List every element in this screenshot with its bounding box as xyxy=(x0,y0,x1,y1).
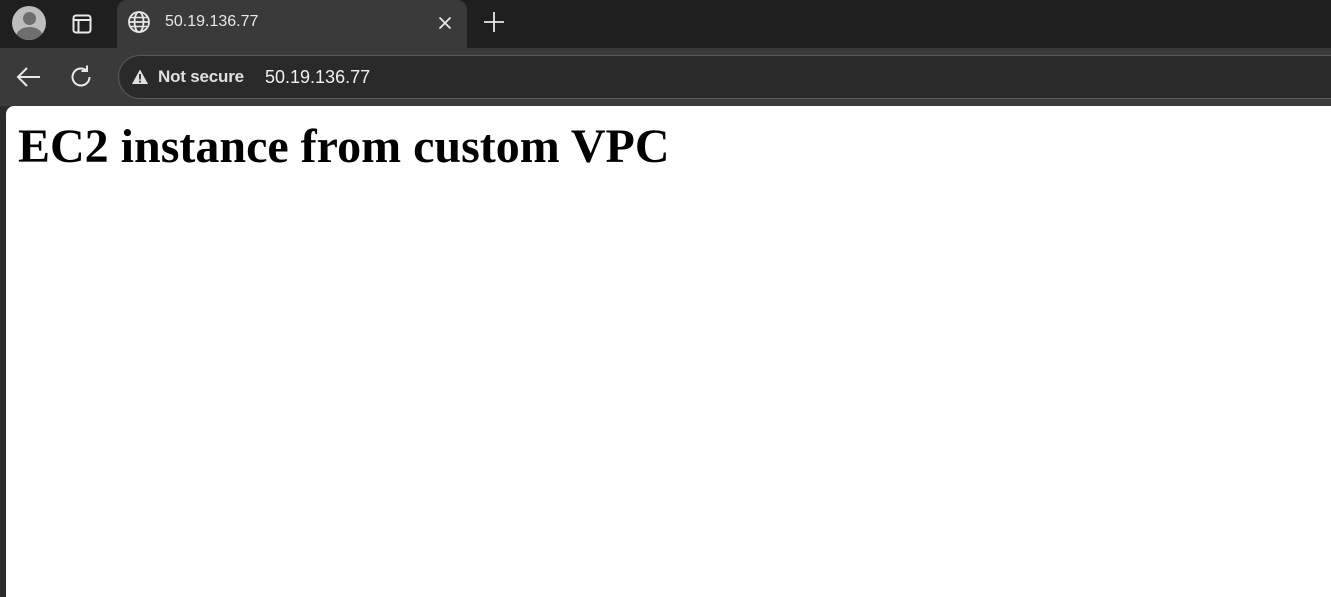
warning-icon[interactable] xyxy=(131,68,149,86)
plus-icon[interactable] xyxy=(480,8,508,36)
address-bar[interactable]: Not secure 50.19.136.77 xyxy=(118,55,1331,99)
profile-avatar-icon[interactable] xyxy=(12,6,46,40)
close-icon[interactable] xyxy=(434,12,456,34)
page-heading: EC2 instance from custom VPC xyxy=(18,120,670,173)
url-text[interactable]: 50.19.136.77 xyxy=(265,67,370,87)
avatar-body xyxy=(16,27,43,40)
browser-window: 50.19.136.77 Not secure 50.19.136.77 EC2… xyxy=(0,0,1331,597)
security-status[interactable]: Not secure xyxy=(158,67,244,87)
tab-actions-icon[interactable] xyxy=(68,10,96,38)
reload-icon[interactable] xyxy=(66,62,96,92)
page-viewport: EC2 instance from custom VPC xyxy=(6,106,1331,597)
globe-icon xyxy=(127,10,151,34)
toolbar: Not secure 50.19.136.77 xyxy=(0,48,1331,106)
tab-actions-icon-svg xyxy=(72,14,92,34)
tab-active[interactable]: 50.19.136.77 xyxy=(117,0,467,48)
tab-title: 50.19.136.77 xyxy=(165,13,259,30)
tab-strip: 50.19.136.77 xyxy=(0,0,1331,48)
avatar-head xyxy=(23,12,36,25)
back-arrow-icon[interactable] xyxy=(14,62,44,92)
